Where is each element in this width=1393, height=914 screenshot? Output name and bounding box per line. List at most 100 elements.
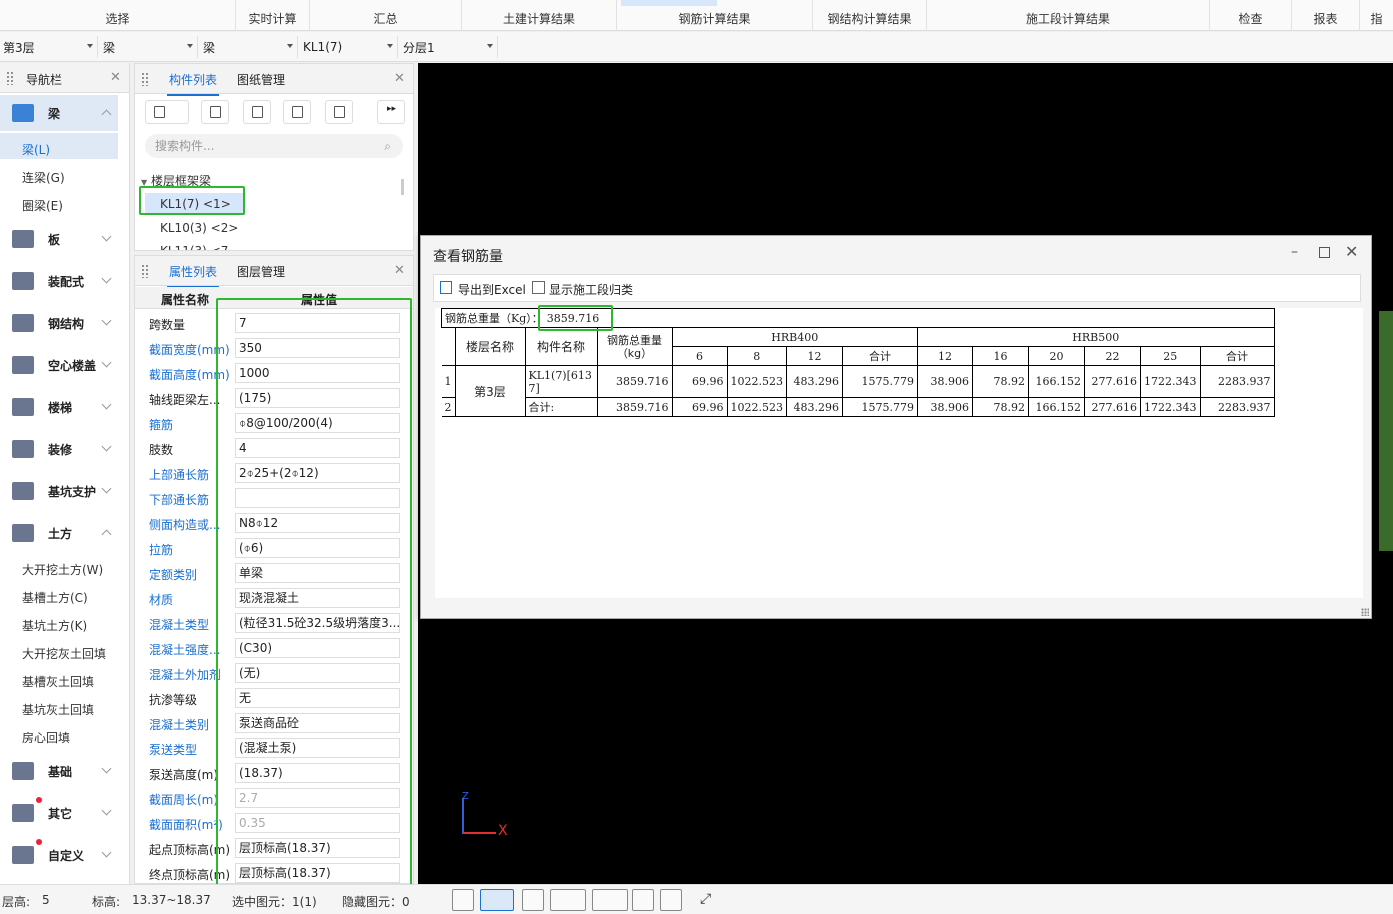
tab-component-list[interactable]: 构件列表 — [166, 71, 220, 96]
table-body: 1 第3层 KL1(7)[6137] 3859.716 69.96 1022.523 483… — [441, 365, 1275, 417]
search-input[interactable]: 搜索构件... ⌕ — [145, 134, 403, 158]
tree-item-kl11[interactable]: KL11(3) <7 — [160, 244, 228, 250]
highlight-property-values — [216, 298, 412, 886]
chevron-down-icon — [101, 357, 112, 368]
close-icon[interactable]: ✕ — [394, 71, 405, 86]
tab-summary[interactable]: 汇总 — [310, 0, 462, 31]
component-list-panel: 构件列表 图纸管理 ✕ ▸▸ 搜索构件... ⌕ ▼ 楼层框架梁 KL1(7) <… — [134, 63, 414, 251]
nav-item-ring-beam[interactable]: 圈梁(E) — [22, 197, 63, 214]
weight-cell: 277.616 — [1084, 397, 1141, 417]
floor-select[interactable]: 第3层 — [0, 36, 98, 58]
checkbox-label: 显示施工段归类 — [549, 283, 634, 297]
curve-button[interactable] — [660, 889, 682, 911]
drag-handle-icon[interactable] — [141, 72, 149, 86]
select-value: 第3层 — [3, 40, 35, 55]
category-select[interactable]: 梁 — [100, 36, 198, 58]
chevron-down-icon — [487, 44, 493, 48]
tab-rebar-results[interactable]: 钢筋计算结果 — [617, 0, 813, 31]
tab-label: 检查 — [1238, 12, 1263, 26]
tab-property-list[interactable]: 属性列表 — [166, 263, 220, 288]
maximize-icon[interactable] — [1319, 247, 1330, 258]
chevron-down-icon — [87, 44, 93, 48]
nav-category-slab[interactable]: 板 — [0, 221, 118, 257]
select-value: 分层1 — [403, 40, 435, 55]
angle-button[interactable] — [550, 889, 586, 911]
nav-item-earth[interactable]: 基坑土方(K) — [22, 617, 87, 634]
nav-category-hollow-floor[interactable]: 空心楼盖 — [0, 347, 118, 383]
header-diameter: 12 — [786, 346, 843, 366]
drag-handle-icon[interactable] — [141, 264, 149, 278]
close-icon[interactable]: ✕ — [394, 263, 405, 278]
decoration-icon — [12, 440, 34, 458]
total-label: 钢筋总重量（Kg）： — [445, 312, 543, 325]
resize-grip-icon[interactable] — [1361, 608, 1369, 616]
tab-realtime-calc[interactable]: 实时计算 — [236, 0, 310, 31]
beam-icon — [12, 104, 34, 122]
chevron-down-icon — [187, 44, 193, 48]
nav-category-pit-support[interactable]: 基坑支护 — [0, 473, 118, 509]
tab-report[interactable]: 报表 — [1292, 0, 1360, 31]
nav-item-beam-l[interactable]: 梁(L) — [22, 141, 50, 158]
tab-label: 土建计算结果 — [502, 12, 575, 26]
nav-category-beam[interactable]: 梁 — [0, 95, 118, 131]
nav-category-other[interactable]: 其它 — [0, 795, 118, 831]
ortho-button[interactable] — [452, 889, 474, 911]
close-icon[interactable]: ✕ — [110, 70, 121, 85]
tab-check[interactable]: 检查 — [1210, 0, 1292, 31]
tab-label: 报表 — [1313, 12, 1338, 26]
header-diameter: 25 — [1140, 346, 1201, 366]
save-template-button[interactable] — [325, 100, 353, 124]
segment-classify-checkbox[interactable] — [532, 281, 545, 294]
nav-item-link-beam[interactable]: 连梁(G) — [22, 169, 65, 186]
more-button[interactable]: ▸▸ — [377, 100, 405, 124]
nav-item-earth[interactable]: 基槽土方(C) — [22, 589, 88, 606]
close-icon[interactable]: ✕ — [1345, 242, 1358, 261]
nav-item-earth[interactable]: 房心回填 — [22, 729, 70, 746]
tab-layer-management[interactable]: 图层管理 — [237, 263, 285, 280]
nav-category-steel[interactable]: 钢结构 — [0, 305, 118, 341]
new-component-button[interactable] — [145, 100, 189, 124]
tree-item-kl10[interactable]: KL10(3) <2> — [160, 221, 238, 235]
dimension-button[interactable] — [592, 889, 628, 911]
export-excel-button[interactable]: 导出到Excel — [458, 281, 526, 298]
nav-item-earth[interactable]: 大开挖土方(W) — [22, 561, 103, 578]
minimize-icon[interactable]: – — [1291, 244, 1298, 260]
copy-icon — [210, 106, 221, 118]
display-button[interactable] — [632, 889, 654, 911]
nav-item-earth[interactable]: 大开挖灰土回填 — [22, 645, 106, 662]
select-value: 梁 — [203, 40, 216, 55]
snap-button[interactable] — [480, 889, 514, 911]
tab-civil-results[interactable]: 土建计算结果 — [462, 0, 617, 31]
nav-category-prefab[interactable]: 装配式 — [0, 263, 118, 299]
delete-button[interactable] — [243, 100, 271, 124]
tab-drawing-management[interactable]: 图纸管理 — [237, 71, 285, 88]
nav-item-earth[interactable]: 基槽灰土回填 — [22, 673, 94, 690]
header-diameter: 合计 — [842, 346, 918, 366]
header-diameter: 合计 — [1199, 346, 1275, 366]
cross-button[interactable] — [522, 889, 544, 911]
property-panel-header: 属性列表 图层管理 ✕ — [135, 256, 413, 288]
layer-select[interactable]: 分层1 — [400, 36, 498, 58]
nav-category-earthwork[interactable]: 土方 — [0, 515, 118, 551]
nav-item-earth[interactable]: 基坑灰土回填 — [22, 701, 94, 718]
component-select[interactable]: KL1(7) — [300, 36, 398, 58]
drag-handle-icon[interactable] — [6, 71, 14, 85]
nav-category-decoration[interactable]: 装修 — [0, 431, 118, 467]
tab-select[interactable]: 选择 — [0, 0, 236, 31]
tab-more[interactable]: 指 — [1360, 0, 1393, 31]
tab-segment-results[interactable]: 施工段计算结果 — [927, 0, 1210, 31]
tab-label: 选择 — [105, 12, 130, 26]
tab-steel-results[interactable]: 钢结构计算结果 — [813, 0, 927, 31]
header-component: 构件名称 — [524, 327, 598, 366]
nav-category-custom[interactable]: 自定义 — [0, 837, 118, 873]
duplicate-button[interactable] — [283, 100, 311, 124]
copy-button[interactable] — [201, 100, 229, 124]
scrollbar[interactable] — [401, 179, 404, 195]
type-select[interactable]: 梁 — [200, 36, 298, 58]
fullscreen-icon[interactable]: ⤢ — [700, 891, 711, 907]
nav-category-stairs[interactable]: 楼梯 — [0, 389, 118, 425]
table-row[interactable]: 1 第3层 KL1(7)[6137] 3859.716 69.96 1022.523 483… — [441, 365, 1275, 417]
nav-category-foundation[interactable]: 基础 — [0, 753, 118, 789]
table-row[interactable]: 2 合计: 3859.716 69.96 1022.523 483.296 1575.779… — [441, 397, 1275, 417]
chevron-down-icon — [101, 763, 112, 774]
